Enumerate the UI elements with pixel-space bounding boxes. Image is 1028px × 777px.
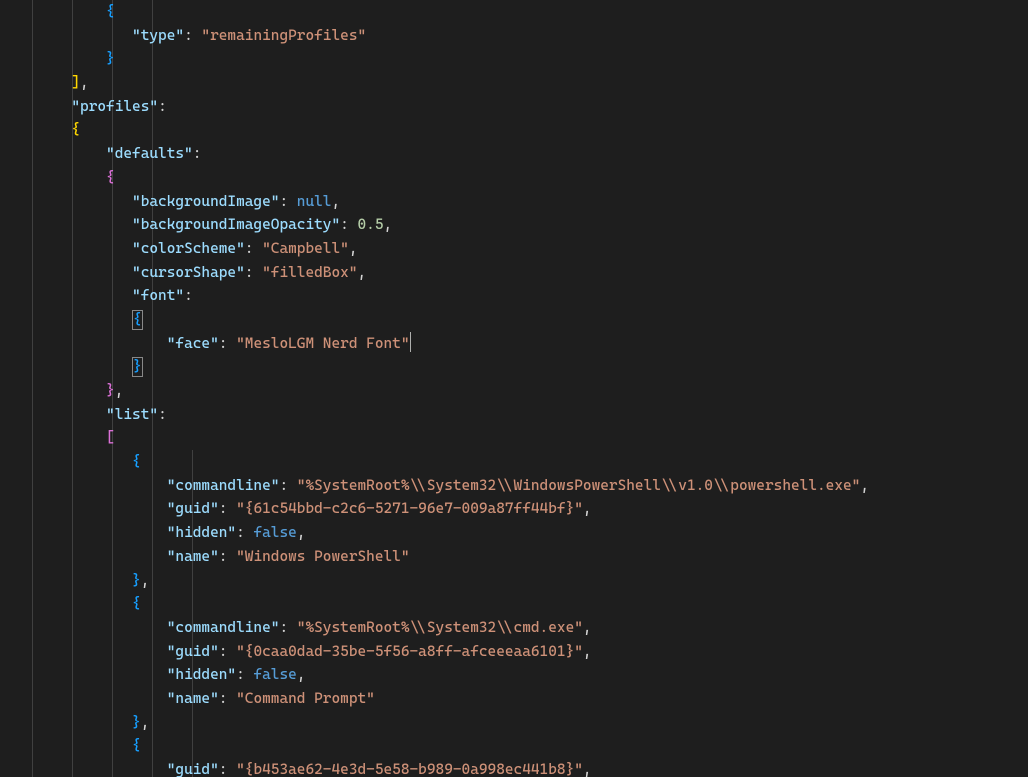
code-line[interactable]: "guid": "{0caa0dad-35be-5f56-a8ff-afceee… bbox=[0, 640, 1028, 664]
code-line[interactable]: "cursorShape": "filledBox", bbox=[0, 261, 1028, 285]
code-line[interactable]: "face": "MesloLGM Nerd Font" bbox=[0, 332, 1028, 356]
matching-bracket-open: { bbox=[132, 310, 143, 330]
code-line[interactable]: { bbox=[0, 450, 1028, 474]
code-line[interactable]: }, bbox=[0, 379, 1028, 403]
code-line[interactable]: { bbox=[0, 592, 1028, 616]
code-line[interactable]: "profiles": bbox=[0, 95, 1028, 119]
code-line[interactable]: [ bbox=[0, 426, 1028, 450]
code-line[interactable]: } bbox=[0, 47, 1028, 71]
code-line[interactable]: "guid": "{61c54bbd-c2c6-5271-96e7-009a87… bbox=[0, 497, 1028, 521]
code-line[interactable]: "type": "remainingProfiles" bbox=[0, 24, 1028, 48]
code-line[interactable]: "font": bbox=[0, 284, 1028, 308]
code-line[interactable]: { bbox=[0, 166, 1028, 190]
code-line[interactable]: { bbox=[0, 0, 1028, 24]
code-line[interactable]: ], bbox=[0, 71, 1028, 95]
code-line[interactable]: { bbox=[0, 308, 1028, 332]
code-line[interactable]: "colorScheme": "Campbell", bbox=[0, 237, 1028, 261]
matching-bracket-close: } bbox=[132, 357, 143, 377]
code-line[interactable]: } bbox=[0, 355, 1028, 379]
code-line[interactable]: { bbox=[0, 118, 1028, 142]
code-line[interactable]: "hidden": false, bbox=[0, 521, 1028, 545]
code-line[interactable]: "guid": "{b453ae62-4e3d-5e58-b989-0a998e… bbox=[0, 758, 1028, 777]
code-line[interactable]: "list": bbox=[0, 403, 1028, 427]
code-line[interactable]: "commandline": "%SystemRoot%\\System32\\… bbox=[0, 616, 1028, 640]
code-line[interactable]: "backgroundImage": null, bbox=[0, 190, 1028, 214]
code-line[interactable]: "hidden": false, bbox=[0, 663, 1028, 687]
text-cursor bbox=[410, 332, 411, 352]
code-line[interactable]: "name": "Command Prompt" bbox=[0, 687, 1028, 711]
code-line[interactable]: "defaults": bbox=[0, 142, 1028, 166]
code-line[interactable]: "name": "Windows PowerShell" bbox=[0, 545, 1028, 569]
code-line[interactable]: "commandline": "%SystemRoot%\\System32\\… bbox=[0, 474, 1028, 498]
code-line[interactable]: "backgroundImageOpacity": 0.5, bbox=[0, 213, 1028, 237]
code-line[interactable]: { bbox=[0, 734, 1028, 758]
code-line[interactable]: }, bbox=[0, 711, 1028, 735]
code-editor[interactable]: { "type": "remainingProfiles" } ], "prof… bbox=[0, 0, 1028, 777]
code-line[interactable]: }, bbox=[0, 569, 1028, 593]
